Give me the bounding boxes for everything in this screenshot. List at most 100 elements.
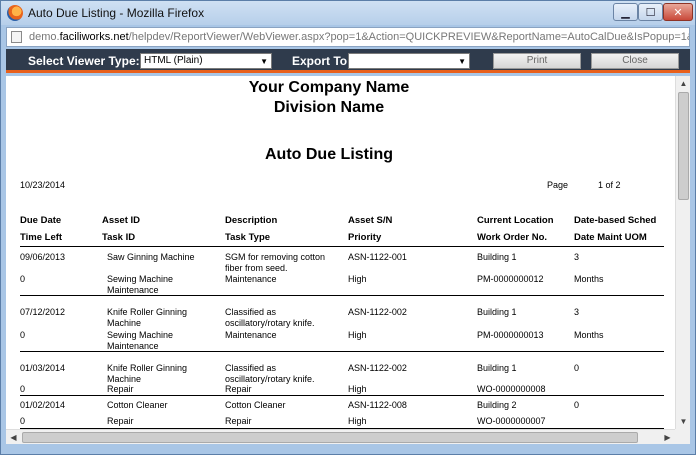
date-based-sched: 3	[574, 252, 580, 262]
current-location: Building 1	[477, 363, 517, 373]
scroll-left-icon[interactable]: ◀	[6, 430, 21, 445]
description: Classified as oscillatory/rotary knife.	[225, 363, 315, 384]
column-header: Date Maint UOM	[574, 232, 647, 243]
column-header: Asset ID	[102, 215, 141, 226]
chevron-down-icon: ▼	[260, 57, 268, 66]
export-to-select[interactable]: ▼	[348, 53, 470, 69]
scrollbar-corner	[675, 429, 690, 444]
column-header: Description	[225, 215, 278, 226]
column-header: Current Location	[477, 215, 554, 226]
minimize-icon: ▁	[621, 5, 630, 19]
current-location: Building 1	[477, 307, 517, 317]
priority: High	[348, 274, 367, 284]
window-title: Auto Due Listing - Mozilla Firefox	[28, 6, 205, 20]
asset-id: Cotton Cleaner	[107, 400, 168, 410]
asset-sn: ASN-1122-002	[348, 363, 407, 373]
asset-sn: ASN-1122-002	[348, 307, 407, 317]
horizontal-scroll-thumb[interactable]	[22, 432, 638, 443]
priority: High	[348, 416, 367, 426]
close-icon: ✕	[673, 5, 683, 19]
time-left: 0	[20, 330, 26, 340]
time-left: 0	[20, 384, 26, 394]
report-toolbar: Select Viewer Type: HTML (Plain) ▼ Expor…	[6, 49, 690, 73]
task-id: Repair	[107, 384, 134, 394]
priority: High	[348, 384, 367, 394]
column-header: Time Left	[20, 232, 63, 243]
export-to-label: Export To:	[292, 54, 352, 68]
current-location: Building 2	[477, 400, 517, 410]
minimize-button[interactable]: ▁	[613, 3, 638, 21]
row-rule	[20, 351, 664, 352]
viewer-type-label: Select Viewer Type:	[28, 54, 140, 68]
row-rule	[20, 295, 664, 296]
work-order-no: WO-0000000007	[477, 416, 546, 426]
maximize-button[interactable]: ☐	[638, 3, 663, 21]
page-icon	[11, 31, 22, 43]
asset-sn: ASN-1122-001	[348, 252, 407, 262]
asset-sn: ASN-1122-008	[348, 400, 407, 410]
column-header: Work Order No.	[477, 232, 548, 243]
scroll-down-icon[interactable]: ▼	[676, 414, 691, 429]
description: Cotton Cleaner	[225, 400, 286, 410]
column-header: Task Type	[225, 232, 271, 243]
task-type: Maintenance	[225, 274, 277, 284]
due-date: 09/06/2013	[20, 252, 66, 262]
time-left: 0	[20, 274, 26, 284]
run-date: 10/23/2014	[20, 180, 66, 190]
asset-id: Knife Roller Ginning Machine	[107, 363, 188, 384]
firefox-icon	[7, 5, 23, 21]
browser-window: Auto Due Listing - Mozilla Firefox ▁ ☐ ✕…	[0, 0, 696, 455]
horizontal-scrollbar[interactable]: ◀ ▶	[6, 429, 675, 444]
work-order-no: PM-0000000013	[477, 330, 544, 340]
column-header: Due Date	[20, 215, 62, 226]
report-content: Your Company Name Division Name Auto Due…	[6, 76, 675, 429]
vertical-scrollbar[interactable]: ▲ ▼	[675, 76, 690, 429]
viewer-type-value: HTML (Plain)	[144, 55, 203, 66]
task-id: Repair	[107, 416, 134, 426]
task-type: Repair	[225, 416, 252, 426]
column-header: Asset S/N	[348, 215, 393, 226]
report-title: Auto Due Listing	[265, 146, 393, 163]
row-rule	[20, 395, 664, 396]
description: Classified as oscillatory/rotary knife.	[225, 307, 315, 328]
date-maint-uom: Months	[574, 274, 604, 284]
due-date: 07/12/2012	[20, 307, 66, 317]
asset-id: Knife Roller Ginning Machine	[107, 307, 188, 328]
close-button[interactable]: Close	[591, 53, 679, 69]
asset-id: Saw Ginning Machine	[107, 252, 195, 262]
header-rule	[20, 246, 664, 247]
task-id: Sewing Machine Maintenance	[107, 274, 174, 295]
date-based-sched: 3	[574, 307, 580, 317]
url-text[interactable]: demo.faciliworks.net/helpdev/ReportViewe…	[29, 31, 689, 43]
column-header: Date-based Sched	[574, 215, 657, 226]
column-header: Priority	[348, 232, 382, 243]
chevron-down-icon: ▼	[458, 57, 466, 66]
url-bar[interactable]: demo.faciliworks.net/helpdev/ReportViewe…	[6, 27, 690, 47]
close-window-button[interactable]: ✕	[663, 3, 693, 21]
title-bar: Auto Due Listing - Mozilla Firefox ▁ ☐ ✕	[1, 1, 695, 25]
date-based-sched: 0	[574, 400, 580, 410]
work-order-no: WO-0000000008	[477, 384, 546, 394]
division-name: Division Name	[273, 99, 385, 116]
viewer-type-select[interactable]: HTML (Plain) ▼	[140, 53, 272, 69]
vertical-scroll-thumb[interactable]	[678, 92, 689, 200]
work-order-no: PM-0000000012	[477, 274, 544, 284]
task-type: Repair	[225, 384, 252, 394]
task-id: Sewing Machine Maintenance	[107, 330, 174, 351]
column-header: Task ID	[102, 232, 136, 243]
page-label: Page	[547, 180, 569, 190]
print-button[interactable]: Print	[493, 53, 581, 69]
date-maint-uom: Months	[574, 330, 604, 340]
description: SGM for removing cotton fiber from seed.	[225, 252, 326, 273]
maximize-icon: ☐	[645, 5, 656, 19]
time-left: 0	[20, 416, 26, 426]
scroll-right-icon[interactable]: ▶	[660, 430, 675, 445]
due-date: 01/03/2014	[20, 363, 66, 373]
scroll-up-icon[interactable]: ▲	[676, 76, 691, 91]
page-number: 1 of 2	[598, 180, 621, 190]
priority: High	[348, 330, 367, 340]
task-type: Maintenance	[225, 330, 277, 340]
company-name: Your Company Name	[248, 79, 410, 96]
date-based-sched: 0	[574, 363, 580, 373]
due-date: 01/02/2014	[20, 400, 66, 410]
